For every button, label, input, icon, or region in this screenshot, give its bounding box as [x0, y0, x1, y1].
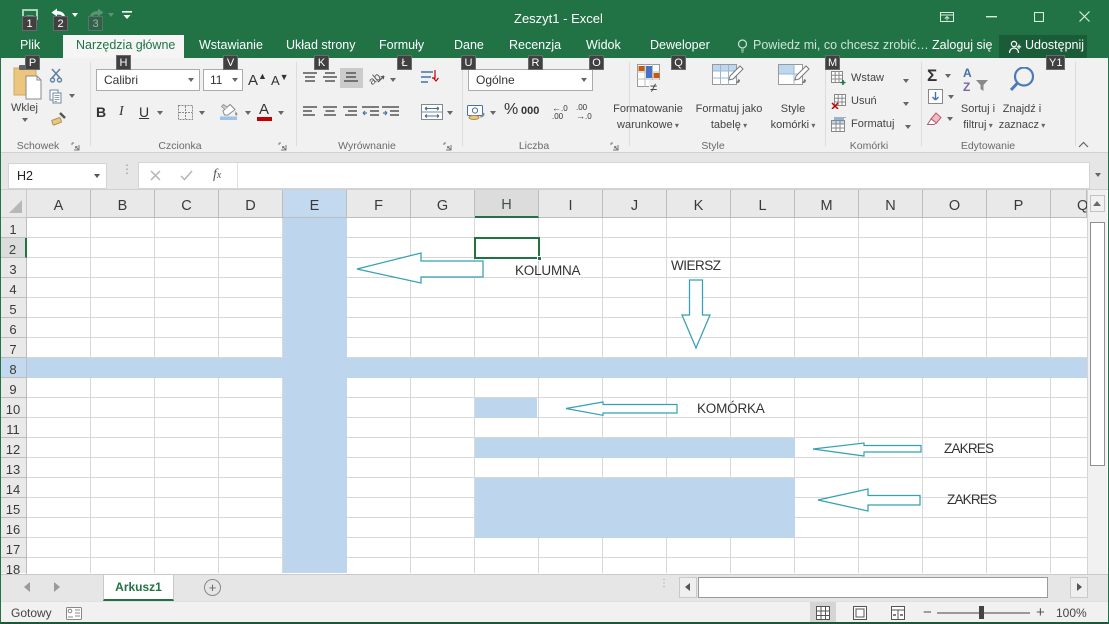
svg-text:Z: Z	[963, 80, 970, 92]
svg-text:A: A	[963, 66, 972, 80]
svg-text:≠: ≠	[650, 80, 657, 94]
